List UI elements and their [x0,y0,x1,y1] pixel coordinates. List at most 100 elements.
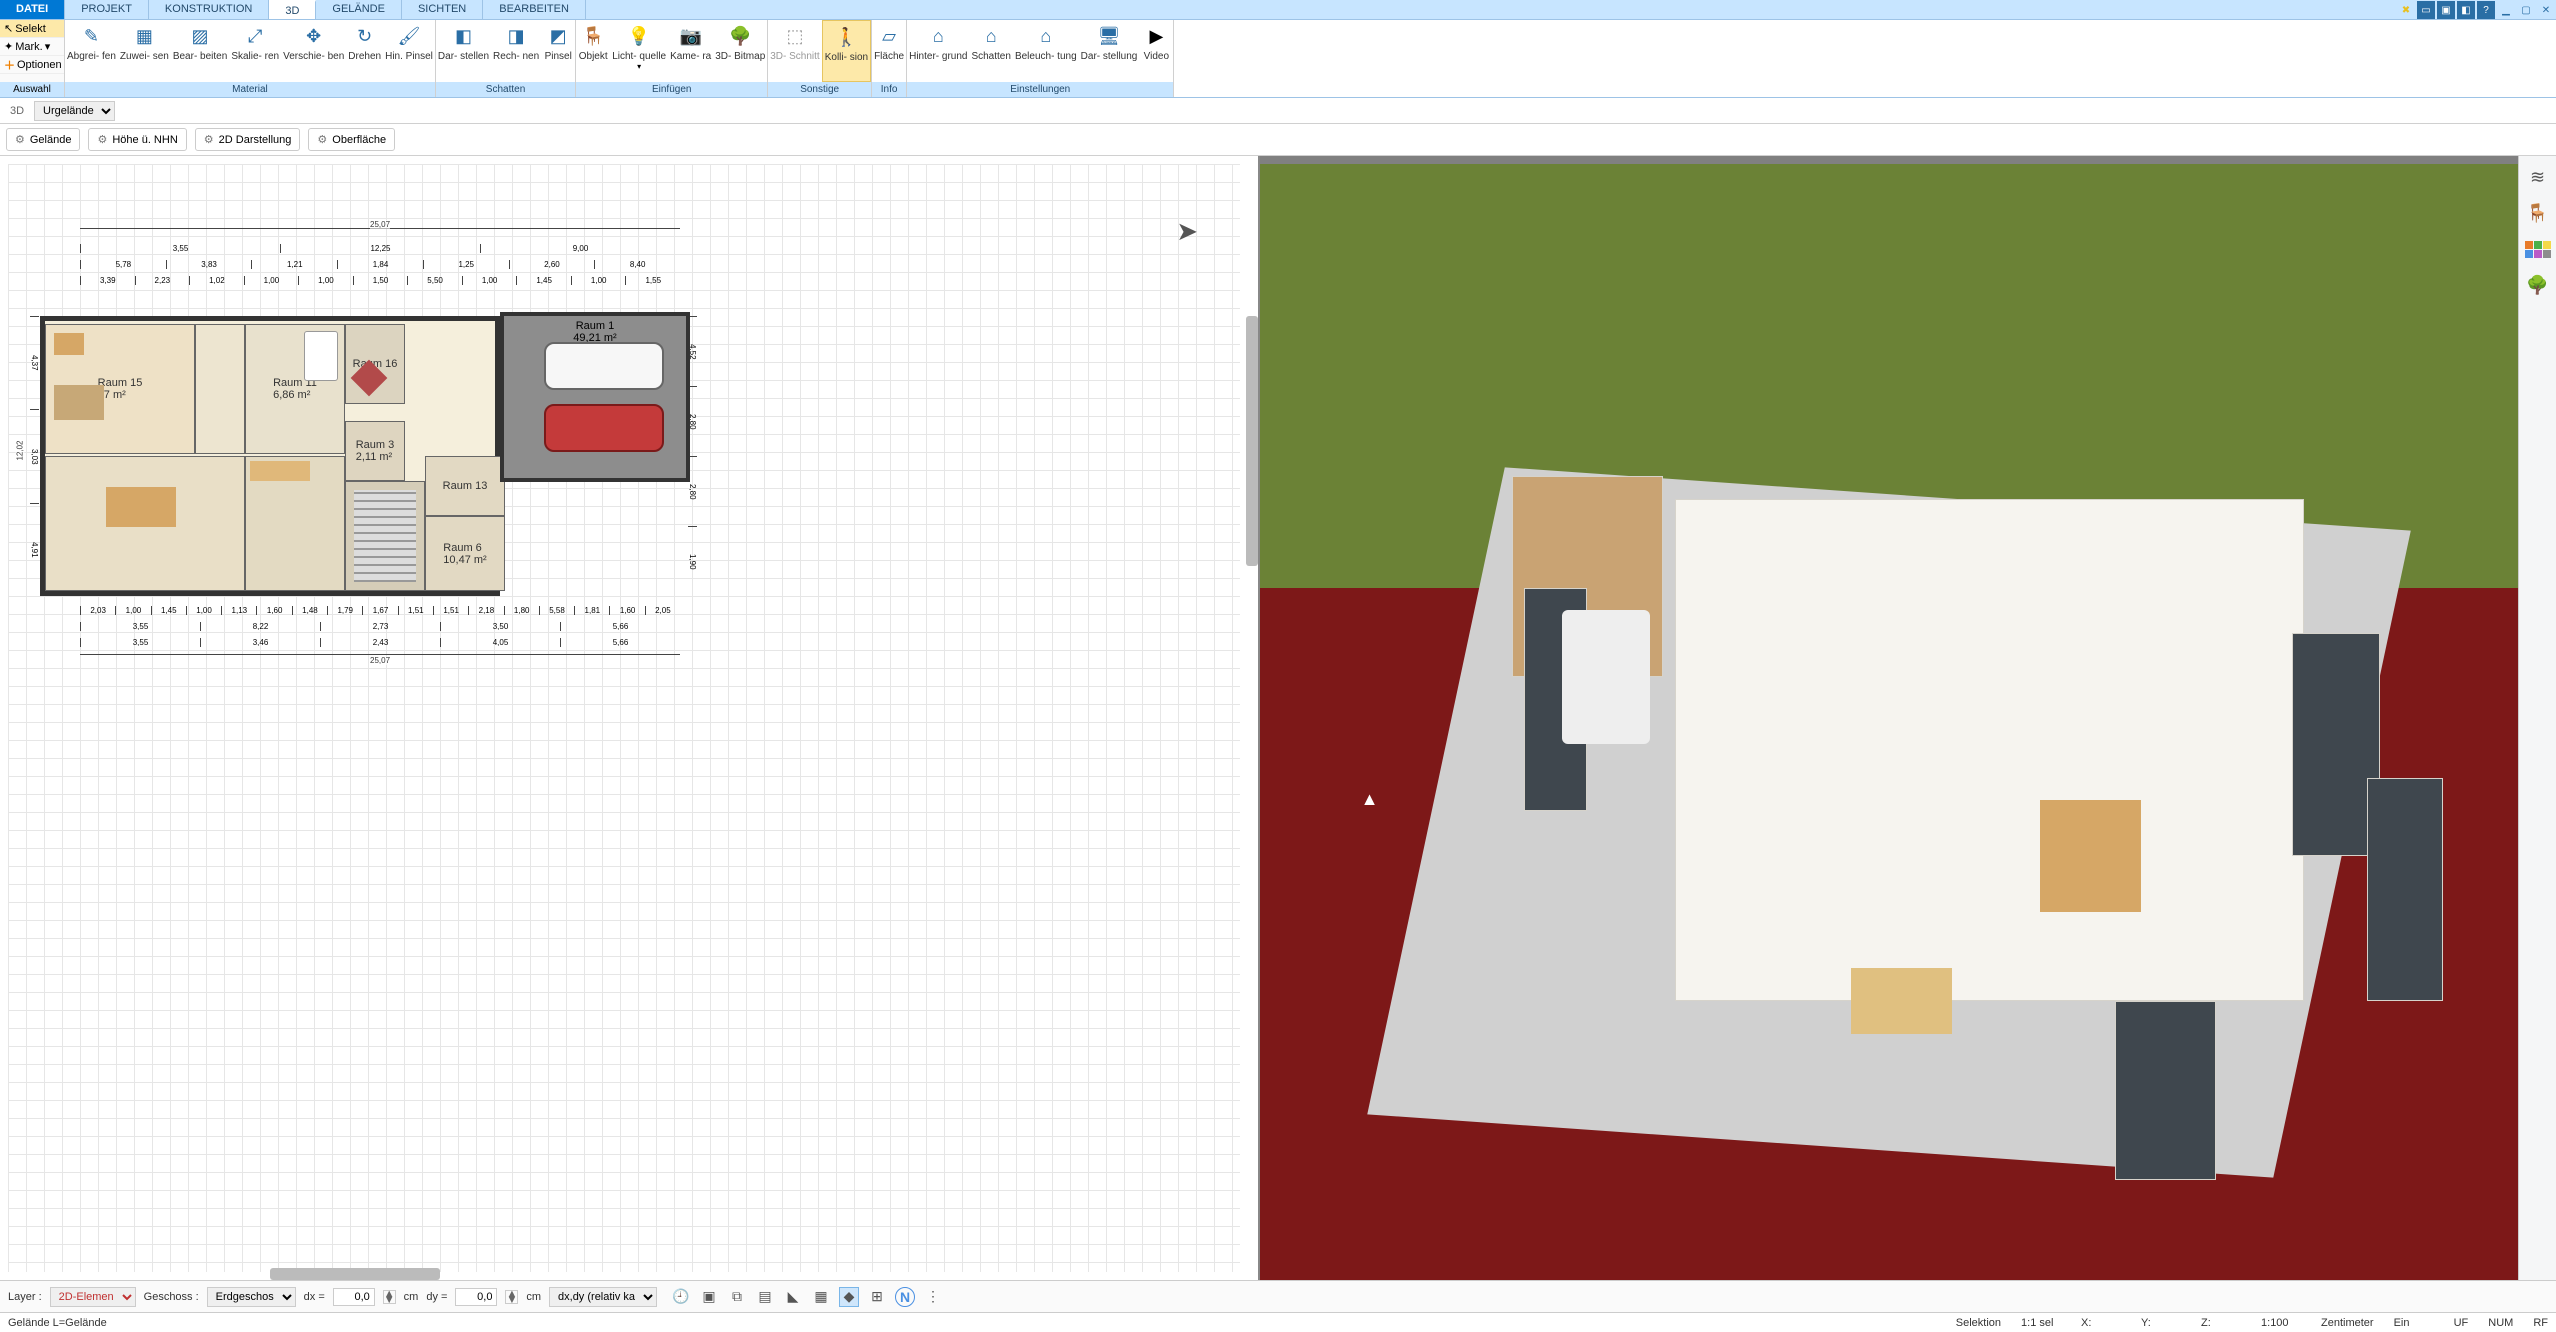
grid-icon[interactable]: ⊞ [867,1287,887,1307]
help-icon[interactable]: ? [2477,1,2495,19]
tab-sichten[interactable]: SICHTEN [402,0,483,19]
video-button[interactable]: ▶Video [1139,20,1173,82]
pane-2d-view[interactable]: ➤ 25,07 3,5512,259,00 5,783,831,211,841,… [0,156,1260,1280]
garage-outline[interactable]: Raum 149,21 m² [500,312,690,482]
sys-icon-3[interactable]: ◧ [2457,1,2475,19]
tab-bearbeiten[interactable]: BEARBEITEN [483,0,586,19]
oberflaeche-chip[interactable]: ⚙Oberfläche [308,128,395,151]
skalieren-button[interactable]: ⤢Skalie- ren [229,20,281,82]
bulb-icon: 💡 [627,24,651,48]
zuweisen-button[interactable]: ▦Zuwei- sen [118,20,171,82]
gelaende-chip[interactable]: ⚙Gelände [6,128,80,151]
bearbeiten-button[interactable]: ▨Bear- beiten [171,20,229,82]
tool-icon[interactable]: ✖ [2397,1,2415,19]
dy-input[interactable] [455,1288,497,1306]
bearbeiten-label: Bear- beiten [173,51,227,62]
clock-icon[interactable]: 🕘 [671,1287,691,1307]
pane-3d-view[interactable]: ▲ [1260,156,2518,1280]
skalieren-label: Skalie- ren [231,51,279,62]
urgelaende-dropdown[interactable]: Urgelände [34,101,115,121]
room-kitchen[interactable] [245,456,345,591]
vertical-scrollbar[interactable] [1246,316,1258,566]
north-toggle-icon[interactable]: N [895,1287,915,1307]
geschoss-select[interactable]: Erdgeschos [207,1287,296,1307]
schatten-settings-button[interactable]: ⌂Schatten [969,20,1012,82]
2d-darstellung-chip[interactable]: ⚙2D Darstellung [195,128,301,151]
stack-icon[interactable]: ▤ [755,1287,775,1307]
dim-value: 4,37 [30,316,39,409]
sys-icon-1[interactable]: ▭ [2417,1,2435,19]
car-red-icon [544,404,664,452]
section-icon: ⬚ [783,24,807,48]
flaeche-button[interactable]: ▱Fläche [872,20,906,82]
3d-bitmap-button[interactable]: 🌳3D- Bitmap [713,20,767,82]
verschieben-button[interactable]: ✥Verschie- ben [281,20,346,82]
workspace: ➤ 25,07 3,5512,259,00 5,783,831,211,841,… [0,156,2556,1280]
dim-value: 1,45 [516,276,571,285]
drehen-button[interactable]: ↻Drehen [346,20,383,82]
minimize-icon[interactable]: ▁ [2497,1,2515,19]
tab-3d[interactable]: 3D [269,0,316,19]
optionen-button[interactable]: ＋Optionen [0,56,64,74]
hinpinsel-button[interactable]: 🖌Hin. Pinsel [383,20,435,82]
pinsel-button[interactable]: ◩Pinsel [541,20,575,82]
room-13[interactable]: Raum 13 [425,456,505,516]
sys-icon-2[interactable]: ▣ [2437,1,2455,19]
kollision-button[interactable]: 🚶Kolli- sion [822,20,871,82]
maximize-icon[interactable]: ▢ [2517,1,2535,19]
tab-konstruktion[interactable]: KONSTRUKTION [149,0,269,19]
room-16[interactable]: Raum 16 [345,324,405,404]
darstellung-button[interactable]: 🖥Dar- stellung [1079,20,1140,82]
room-15[interactable]: Raum 1537 m² [45,324,195,454]
tab-gelaende[interactable]: GELÄNDE [316,0,402,19]
darstellen-button[interactable]: ◧Dar- stellen [436,20,491,82]
room-hall[interactable] [195,324,245,454]
dim-value: 1,55 [625,276,680,285]
tree-palette-icon[interactable]: 🌳 [2527,274,2549,296]
objekt-label: Objekt [579,51,608,62]
horizontal-scrollbar[interactable] [270,1268,440,1280]
kamera-button[interactable]: 📷Kame- ra [668,20,713,82]
room-stairs[interactable] [345,481,425,591]
dx-input[interactable] [333,1288,375,1306]
room-6[interactable]: Raum 610,47 m² [425,516,505,591]
tab-datei[interactable]: DATEI [0,0,65,19]
beleuchtung-button[interactable]: ⌂Beleuch- tung [1013,20,1079,82]
dim-row-bot: 2,031,001,451,001,131,601,481,791,671,51… [80,606,680,615]
hoehe-chip[interactable]: ⚙Höhe ü. NHN [88,128,186,151]
layers2-icon[interactable]: ⧉ [727,1287,747,1307]
rechnen-button[interactable]: ◨Rech- nen [491,20,541,82]
materials-icon[interactable] [2527,238,2549,260]
dy-spinner[interactable]: ▲▼ [505,1290,518,1304]
objekt-button[interactable]: 🪑Objekt [576,20,610,82]
furniture-icon[interactable]: 🪑 [2527,202,2549,224]
3d-schnitt-button[interactable]: ⬚3D- Schnitt [768,20,821,82]
diamond-icon[interactable]: ◆ [839,1287,859,1307]
tab-projekt[interactable]: PROJEKT [65,0,149,19]
dx-spinner[interactable]: ▲▼ [383,1290,396,1304]
einfuegen-group-label: Einfügen [576,82,767,97]
dim-value: 5,66 [560,638,680,647]
coord-mode-select[interactable]: dx,dy (relativ ka [549,1287,657,1307]
drehen-label: Drehen [348,51,381,62]
cursor-icon: ↖ [4,22,13,35]
selekt-button[interactable]: ↖Selekt [0,20,64,38]
lichtquelle-button[interactable]: 💡Licht- quelle▾ [610,20,668,82]
dim-value: 1,13 [221,606,256,615]
layers-icon[interactable]: ≋ [2527,166,2549,188]
shape-icon[interactable]: ◣ [783,1287,803,1307]
abgreifen-button[interactable]: ✎Abgrei- fen [65,20,118,82]
close-icon[interactable]: ✕ [2537,1,2555,19]
ribbon-info-group: ▱Fläche Info [872,20,907,97]
more-icon[interactable]: ⋮ [923,1287,943,1307]
room-14[interactable]: Raum 14 [45,456,245,591]
brush-icon: 🖌 [397,24,421,48]
layer-select[interactable]: 2D-Elemen [50,1287,136,1307]
screen-icon[interactable]: ▣ [699,1287,719,1307]
3d-house-body [1675,499,2304,1001]
room-3[interactable]: Raum 32,11 m² [345,421,405,481]
hatch-icon[interactable]: ▦ [811,1287,831,1307]
mark-button[interactable]: ✦Mark.▾ [0,38,64,56]
hintergrund-button[interactable]: ⌂Hinter- grund [907,20,969,82]
room-11[interactable]: Raum 116,86 m² [245,324,345,454]
